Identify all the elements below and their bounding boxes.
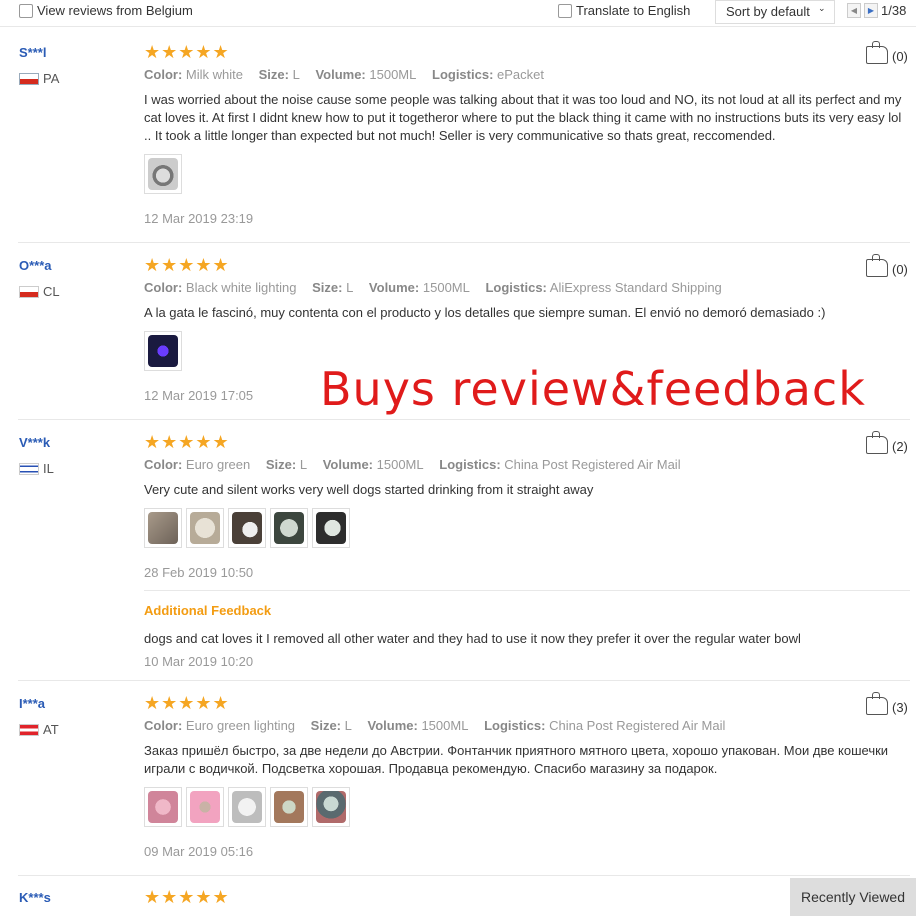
review-attributes: Color: Milk white Size: L Volume: 1500ML…: [144, 67, 545, 82]
reviewer-country: AT: [19, 722, 59, 737]
review-photo[interactable]: [144, 787, 182, 827]
star-rating: ★★★★★: [144, 432, 230, 452]
review-photo[interactable]: [144, 154, 182, 194]
review-toolbar: View reviews from Belgium Translate to E…: [0, 0, 916, 27]
chevron-down-icon: ⌄: [818, 3, 826, 13]
divider: [18, 242, 910, 243]
review-date: 28 Feb 2019 10:50: [144, 565, 254, 580]
divider: [144, 590, 910, 591]
reviewer-name[interactable]: S***l: [19, 45, 46, 60]
review-photo[interactable]: [144, 331, 182, 371]
review-photos: [144, 508, 354, 550]
flag-icon: [19, 73, 39, 85]
reviewer-name[interactable]: O***a: [19, 258, 52, 273]
divider: [18, 680, 910, 681]
reviewer-name[interactable]: V***k: [19, 435, 50, 450]
review-photo[interactable]: [186, 508, 224, 548]
belgium-checkbox[interactable]: [19, 4, 33, 18]
review-text: I was worried about the noise cause some…: [144, 92, 902, 143]
page-indicator: 1/38: [881, 3, 907, 18]
review-photos: [144, 787, 354, 829]
review-text: Заказ пришёл быстро, за две недели до Ав…: [144, 743, 889, 776]
review-photo[interactable]: [312, 787, 350, 827]
review-text: A la gata le fascinó, muy contenta con e…: [144, 305, 826, 320]
helpful-button[interactable]: (2): [866, 431, 908, 454]
review-photo[interactable]: [144, 508, 182, 548]
review-attributes: Color: Euro green lighting Size: L Volum…: [144, 718, 726, 733]
review-photos: [144, 154, 186, 196]
sort-dropdown[interactable]: Sort by default ⌄: [715, 0, 835, 24]
flag-icon: [19, 286, 39, 298]
review-date: 12 Mar 2019 23:19: [144, 211, 254, 226]
thumbs-up-icon: [866, 254, 888, 277]
next-page-button[interactable]: ▶: [864, 3, 878, 18]
star-rating: ★★★★★: [144, 887, 230, 907]
helpful-button[interactable]: (0): [866, 254, 908, 277]
review-photo[interactable]: [228, 787, 266, 827]
reviewer-name[interactable]: I***a: [19, 696, 45, 711]
sort-label: Sort by default: [726, 4, 810, 19]
reviewer-name[interactable]: K***s: [19, 890, 51, 905]
star-rating: ★★★★★: [144, 255, 230, 275]
reviewer-country: IL: [19, 461, 54, 476]
helpful-button[interactable]: (0): [866, 41, 908, 64]
watermark-text: Buys review&feedback: [320, 362, 866, 416]
flag-icon: [19, 724, 39, 736]
prev-page-button[interactable]: ◀: [847, 3, 861, 18]
additional-feedback-date: 10 Mar 2019 10:20: [144, 654, 254, 669]
review-photos: [144, 331, 186, 373]
review-photo[interactable]: [270, 787, 308, 827]
review-photo[interactable]: [312, 508, 350, 548]
review-attributes: Color: Black white lighting Size: L Volu…: [144, 280, 722, 295]
divider: [18, 875, 910, 876]
review-attributes: Color: Euro green Size: L Volume: 1500ML…: [144, 457, 681, 472]
reviewer-country: CL: [19, 284, 60, 299]
reviewer-country: PA: [19, 71, 59, 86]
review-photo[interactable]: [270, 508, 308, 548]
belgium-label[interactable]: View reviews from Belgium: [37, 3, 193, 18]
star-rating: ★★★★★: [144, 42, 230, 62]
review-photo[interactable]: [186, 787, 224, 827]
star-rating: ★★★★★: [144, 693, 230, 713]
thumbs-up-icon: [866, 41, 888, 64]
review-text: Very cute and silent works very well dog…: [144, 482, 594, 497]
review-date: 12 Mar 2019 17:05: [144, 388, 254, 403]
recently-viewed-button[interactable]: Recently Viewed: [790, 878, 916, 916]
translate-checkbox[interactable]: [558, 4, 572, 18]
translate-label[interactable]: Translate to English: [576, 3, 690, 18]
thumbs-up-icon: [866, 431, 888, 454]
flag-icon: [19, 463, 39, 475]
helpful-button[interactable]: (3): [866, 692, 908, 715]
additional-feedback-text: dogs and cat loves it I removed all othe…: [144, 631, 801, 646]
review-date: 09 Mar 2019 05:16: [144, 844, 254, 859]
additional-feedback-label: Additional Feedback: [144, 603, 272, 618]
review-photo[interactable]: [228, 508, 266, 548]
divider: [18, 419, 910, 420]
thumbs-up-icon: [866, 692, 888, 715]
